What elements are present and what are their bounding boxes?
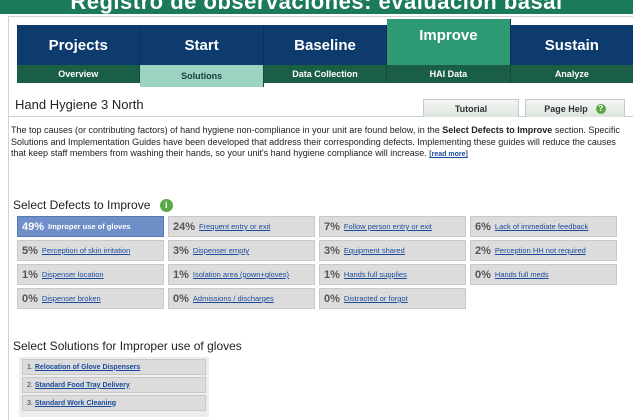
defect-pct: 1% [173, 268, 189, 281]
page-help-label: Page Help [544, 103, 588, 114]
defect-perception-of-skin-irritation[interactable]: 5% Perception of skin irritation [17, 240, 164, 261]
defect-pct: 0% [475, 268, 491, 281]
defect-label: Frequent entry or exit [199, 222, 271, 231]
top-nav: Projects Start Baseline Improve Sustain [17, 19, 633, 65]
page-heading-text: Registro de observaciones: evaluación ba… [70, 0, 563, 14]
defect-follow-person-entry-or-exit[interactable]: 7% Follow person entry or exit [319, 216, 466, 237]
defect-pct: 49% [22, 220, 45, 233]
subnav-hai-data[interactable]: HAI Data [387, 65, 511, 83]
nav-sustain[interactable]: Sustain [511, 25, 633, 65]
nav-baseline[interactable]: Baseline [264, 25, 388, 65]
page-heading: Registro de observaciones: evaluación ba… [0, 0, 633, 14]
defect-pct: 1% [22, 268, 38, 281]
defect-hands-full-meds[interactable]: 0% Hands full meds [470, 264, 617, 285]
solutions-list: 1. Relocation of Glove Dispensers 2. Stand… [19, 357, 209, 417]
tutorial-tab[interactable]: Tutorial [423, 99, 519, 117]
defect-label: Isolation area (gown+gloves) [192, 270, 290, 279]
defect-pct: 0% [22, 292, 38, 305]
defect-label: Perception HH not required [494, 246, 586, 255]
nav-improve[interactable]: Improve [387, 19, 511, 65]
nav-start[interactable]: Start [140, 25, 264, 65]
subnav-solutions[interactable]: Solutions [140, 65, 264, 87]
defect-hands-full-supplies[interactable]: 1% Hands full supplies [319, 264, 466, 285]
sub-nav: Overview Solutions Data Collection HAI D… [17, 65, 633, 87]
defects-section-title: Select Defects to Improve i [13, 198, 173, 213]
defects-title-text: Select Defects to Improve [13, 198, 151, 212]
defect-pct: 2% [475, 244, 491, 257]
defect-pct: 3% [173, 244, 189, 257]
subnav-overview[interactable]: Overview [17, 65, 141, 83]
defect-lack-of-immediate-feedback[interactable]: 6% Lack of immediate feedback [470, 216, 617, 237]
defect-admissions-discharges[interactable]: 0% Admissions / discharges [168, 288, 315, 309]
nav-projects[interactable]: Projects [17, 25, 141, 65]
defect-improper-use-of-gloves[interactable]: 49% Improper use of gloves [17, 216, 164, 237]
defect-label: Dispenser empty [192, 246, 250, 255]
defect-label: Admissions / discharges [192, 294, 274, 303]
defect-dispenser-empty[interactable]: 3% Dispenser empty [168, 240, 315, 261]
defect-distracted-or-forgot[interactable]: 0% Distracted or forgot [319, 288, 466, 309]
page-title: Hand Hygiene 3 North [15, 97, 144, 112]
intro-text-a: The top causes (or contributing factors)… [11, 125, 443, 135]
defect-label: Lack of immediate feedback [494, 222, 589, 231]
defect-pct: 5% [22, 244, 38, 257]
defect-label: Improper use of gloves [48, 222, 131, 231]
defect-label: Hands full meds [494, 270, 549, 279]
defect-pct: 6% [475, 220, 491, 233]
solution-standard-food-tray-delivery[interactable]: 2. Standard Food Tray Delivery [22, 377, 206, 393]
help-icon: ? [595, 103, 606, 114]
app-frame: Projects Start Baseline Improve Sustain … [8, 16, 633, 420]
solution-relocation-of-glove-dispensers[interactable]: 1. Relocation of Glove Dispensers [22, 359, 206, 375]
defect-pct: 3% [324, 244, 340, 257]
defect-isolation-area[interactable]: 1% Isolation area (gown+gloves) [168, 264, 315, 285]
defect-label: Hands full supplies [343, 270, 407, 279]
solution-number: 3. [27, 399, 33, 407]
defect-pct: 7% [324, 220, 340, 233]
defect-dispenser-location[interactable]: 1% Dispenser location [17, 264, 164, 285]
defect-label: Follow person entry or exit [343, 222, 432, 231]
defect-frequent-entry-or-exit[interactable]: 24% Frequent entry or exit [168, 216, 315, 237]
solution-label: Relocation of Glove Dispensers [34, 363, 141, 371]
subnav-analyze[interactable]: Analyze [511, 65, 633, 83]
subnav-data-collection[interactable]: Data Collection [264, 65, 388, 83]
page-help-tab[interactable]: Page Help ? [525, 99, 625, 117]
defect-label: Equipment shared [343, 246, 405, 255]
solution-number: 1. [27, 363, 33, 371]
solution-number: 2. [27, 381, 33, 389]
defect-perception-hh-not-required[interactable]: 2% Perception HH not required [470, 240, 617, 261]
solution-standard-work-cleaning[interactable]: 3. Standard Work Cleaning [22, 395, 206, 411]
defect-pct: 1% [324, 268, 340, 281]
defect-label: Dispenser broken [41, 294, 101, 303]
info-icon[interactable]: i [159, 199, 173, 213]
defect-equipment-shared[interactable]: 3% Equipment shared [319, 240, 466, 261]
read-more-link[interactable]: [read more] [429, 151, 468, 158]
defect-label: Distracted or forgot [343, 294, 408, 303]
defect-label: Dispenser location [41, 270, 104, 279]
intro-text-bold: Select Defects to Improve [442, 125, 553, 135]
title-bar: Hand Hygiene 3 North Tutorial Page Help … [9, 97, 633, 117]
intro-text: The top causes (or contributing factors)… [11, 125, 629, 161]
defect-pct: 24% [173, 220, 196, 233]
solution-label: Standard Food Tray Delivery [34, 381, 130, 389]
defect-label: Perception of skin irritation [41, 246, 131, 255]
solution-label: Standard Work Cleaning [34, 399, 117, 407]
defect-pct: 0% [173, 292, 189, 305]
defect-pct: 0% [324, 292, 340, 305]
defect-dispenser-broken[interactable]: 0% Dispenser broken [17, 288, 164, 309]
solutions-section-title: Select Solutions for Improper use of glo… [13, 339, 242, 353]
